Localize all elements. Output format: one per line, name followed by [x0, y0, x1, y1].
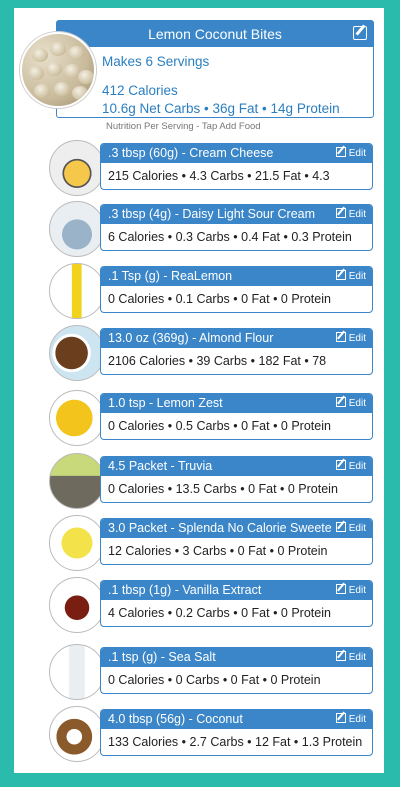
pencil-icon	[335, 460, 346, 470]
edit-button[interactable]: Edit	[331, 581, 366, 600]
macros-text: 10.6g Net Carbs • 36g Fat • 14g Protein	[102, 101, 340, 116]
ingredient-nutrition: 0 Calories • 13.5 Carbs • 0 Fat • 0 Prot…	[108, 482, 338, 496]
pencil-icon	[335, 522, 346, 532]
edit-button[interactable]: Edit	[331, 144, 366, 163]
ingredient-row[interactable]: 1.0 tsp - Lemon Zest Edit 0 Calories • 0.5…	[100, 393, 373, 440]
splenda-icon	[49, 515, 105, 571]
ingredient-nutrition: 6 Calories • 0.3 Carbs • 0.4 Fat • 0.3 P…	[108, 230, 352, 244]
ingredient-nutrition: 0 Calories • 0.5 Carbs • 0 Fat • 0 Prote…	[108, 419, 331, 433]
edit-label: Edit	[348, 461, 366, 472]
ingredient-title: 4.5 Packet - Truvia	[108, 459, 213, 473]
ingredient-title-bar: .3 tbsp (4g) - Daisy Light Sour Cream Edi…	[101, 205, 372, 224]
pencil-icon	[335, 584, 346, 594]
ingredient-row[interactable]: 4.5 Packet - Truvia Edit 0 Calories • 13.5…	[100, 456, 373, 503]
ingredient-title: .3 tbsp (4g) - Daisy Light Sour Cream	[108, 207, 316, 221]
recipe-title-bar: Lemon Coconut Bites	[57, 21, 373, 47]
ingredient-nutrition: 215 Calories • 4.3 Carbs • 21.5 Fat • 4.…	[108, 169, 330, 183]
ingredient-row[interactable]: .1 tsp (g) - Sea Salt Edit 0 Calories • 0 …	[100, 647, 373, 694]
edit-recipe-icon[interactable]	[353, 26, 367, 40]
ingredient-title: .1 tsp (g) - Sea Salt	[108, 650, 216, 664]
calories-text: 412 Calories	[102, 83, 178, 98]
ingredient-title-bar: .1 Tsp (g) - ReaLemon Edit	[101, 267, 372, 286]
edit-button[interactable]: Edit	[331, 710, 366, 729]
edit-button[interactable]: Edit	[331, 457, 366, 476]
pencil-icon	[335, 651, 346, 661]
edit-label: Edit	[348, 714, 366, 725]
edit-label: Edit	[348, 209, 366, 220]
ingredient-title: .1 tbsp (1g) - Vanilla Extract	[108, 583, 262, 597]
ingredient-row[interactable]: 13.0 oz (369g) - Almond Flour Edit 2106 Ca…	[100, 328, 373, 375]
pencil-icon	[335, 147, 346, 157]
ingredient-title-bar: 1.0 tsp - Lemon Zest Edit	[101, 394, 372, 413]
ingredient-title-bar: 13.0 oz (369g) - Almond Flour Edit	[101, 329, 372, 348]
lemon-juice-icon	[49, 263, 105, 319]
ingredient-title-bar: 4.0 tbsp (56g) - Coconut Edit	[101, 710, 372, 729]
recipe-title: Lemon Coconut Bites	[148, 26, 282, 42]
ingredient-title: .3 tbsp (60g) - Cream Cheese	[108, 146, 274, 160]
pencil-icon	[335, 397, 346, 407]
ingredient-title: 3.0 Packet - Splenda No Calorie Sweetene…	[108, 521, 350, 535]
ingredient-nutrition: 12 Calories • 3 Carbs • 0 Fat • 0 Protei…	[108, 544, 328, 558]
edit-label: Edit	[348, 271, 366, 282]
edit-button[interactable]: Edit	[331, 267, 366, 286]
ingredient-title-bar: .1 tsp (g) - Sea Salt Edit	[101, 648, 372, 667]
ingredient-row[interactable]: .3 tbsp (4g) - Daisy Light Sour Cream Edi…	[100, 204, 373, 251]
nutrition-note: Nutrition Per Serving - Tap Add Food	[106, 121, 261, 132]
edit-label: Edit	[348, 398, 366, 409]
vanilla-extract-icon	[49, 577, 105, 633]
edit-button[interactable]: Edit	[331, 394, 366, 413]
pencil-icon	[335, 270, 346, 280]
ingredient-row[interactable]: .1 Tsp (g) - ReaLemon Edit 0 Calories • 0.…	[100, 266, 373, 313]
edit-button[interactable]: Edit	[331, 205, 366, 224]
edit-label: Edit	[348, 652, 366, 663]
edit-label: Edit	[348, 523, 366, 534]
ingredient-row[interactable]: .3 tbsp (60g) - Cream Cheese Edit 215 Calo…	[100, 143, 373, 190]
ingredient-title-bar: 3.0 Packet - Splenda No Calorie Sweetene…	[101, 519, 372, 538]
ingredient-row[interactable]: .1 tbsp (1g) - Vanilla Extract Edit 4 Calo…	[100, 580, 373, 627]
ingredient-title: .1 Tsp (g) - ReaLemon	[108, 269, 233, 283]
ingredient-title: 4.0 tbsp (56g) - Coconut	[108, 712, 243, 726]
pencil-icon	[335, 713, 346, 723]
sour-cream-icon	[49, 201, 105, 257]
edit-button[interactable]: Edit	[331, 519, 366, 538]
salt-shaker-icon	[49, 644, 105, 700]
ingredient-title-bar: .1 tbsp (1g) - Vanilla Extract Edit	[101, 581, 372, 600]
edit-label: Edit	[348, 333, 366, 344]
edit-button[interactable]: Edit	[331, 329, 366, 348]
coconut-icon	[49, 706, 105, 762]
ingredient-nutrition: 4 Calories • 0.2 Carbs • 0 Fat • 0 Prote…	[108, 606, 331, 620]
recipe-photo	[20, 32, 96, 108]
ingredient-title: 1.0 tsp - Lemon Zest	[108, 396, 223, 410]
pencil-icon	[335, 208, 346, 218]
pencil-icon	[335, 332, 346, 342]
almond-flour-icon	[49, 325, 105, 381]
edit-label: Edit	[348, 585, 366, 596]
ingredient-nutrition: 2106 Calories • 39 Carbs • 182 Fat • 78	[108, 354, 327, 368]
cream-cheese-icon	[49, 140, 105, 196]
lemon-zest-icon	[49, 390, 105, 446]
ingredient-row[interactable]: 4.0 tbsp (56g) - Coconut Edit 133 Calories…	[100, 709, 373, 756]
ingredient-nutrition: 0 Calories • 0.1 Carbs • 0 Fat • 0 Prote…	[108, 292, 331, 306]
ingredient-nutrition: 0 Calories • 0 Carbs • 0 Fat • 0 Protein	[108, 673, 321, 687]
ingredient-title-bar: .3 tbsp (60g) - Cream Cheese Edit	[101, 144, 372, 163]
recipe-header[interactable]: Lemon Coconut Bites Makes 6 Servings 412…	[56, 20, 374, 118]
ingredient-nutrition: 133 Calories • 2.7 Carbs • 12 Fat • 1.3 …	[108, 735, 363, 749]
servings-text: Makes 6 Servings	[102, 54, 210, 69]
ingredient-row[interactable]: 3.0 Packet - Splenda No Calorie Sweetene…	[100, 518, 373, 565]
edit-label: Edit	[348, 148, 366, 159]
ingredient-title: 13.0 oz (369g) - Almond Flour	[108, 331, 274, 345]
truvia-icon	[49, 453, 105, 509]
edit-button[interactable]: Edit	[331, 648, 366, 667]
ingredient-title-bar: 4.5 Packet - Truvia Edit	[101, 457, 372, 476]
